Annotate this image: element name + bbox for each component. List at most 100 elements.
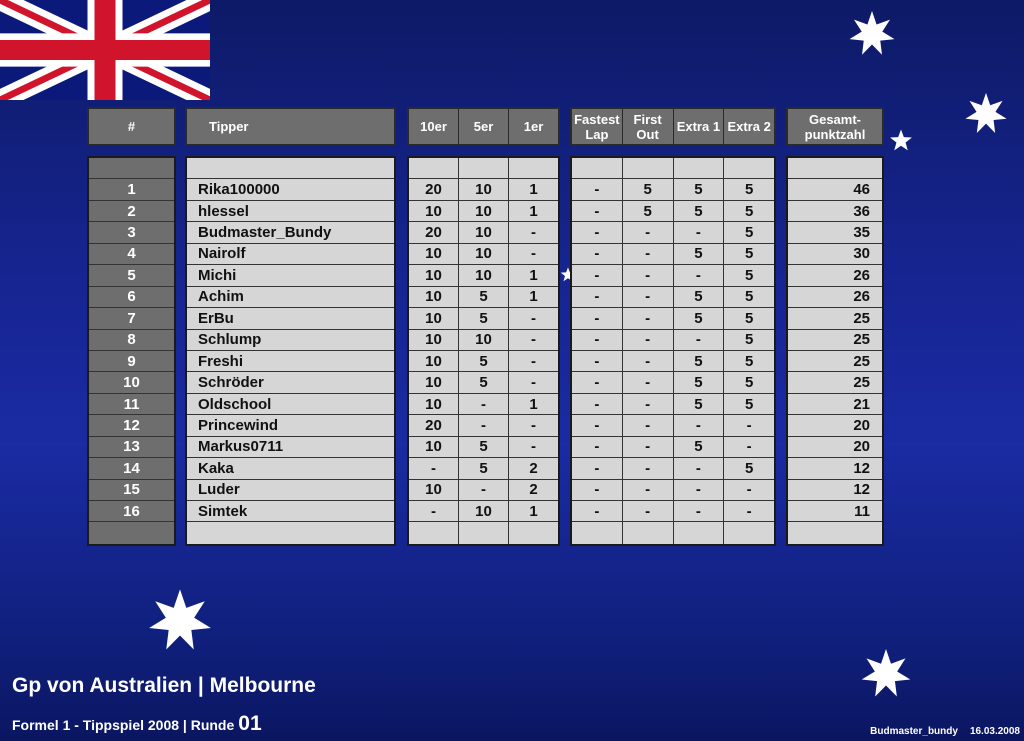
row-e2-cell: - xyxy=(724,415,774,436)
table-row: 12 xyxy=(788,458,882,480)
row-fo-cell: - xyxy=(622,436,674,458)
table-row: Schlump xyxy=(187,329,394,351)
row-e1-cell: - xyxy=(673,501,725,522)
table-row: 25 xyxy=(788,372,882,394)
table-row: 20 xyxy=(788,436,882,459)
row-fo-cell: - xyxy=(622,286,674,308)
row-five-cell: 10 xyxy=(459,265,509,286)
row-total-cell: 46 xyxy=(788,179,882,200)
table-row: -555 xyxy=(572,179,774,201)
table-row: --55 xyxy=(572,350,774,373)
row-ten-cell: 10 xyxy=(409,350,459,372)
round-number: 01 xyxy=(238,712,262,735)
row-fo-cell xyxy=(622,522,674,544)
row-ten-cell: 10 xyxy=(409,200,459,222)
table-row xyxy=(572,522,774,544)
table-row: Luder xyxy=(187,479,394,501)
row-total-cell: 30 xyxy=(788,243,882,265)
row-rank-cell: 2 xyxy=(89,200,174,222)
row-name-cell: Princewind xyxy=(187,415,394,436)
row-name-cell: hlessel xyxy=(187,200,394,222)
row-fo-cell: - xyxy=(622,458,674,479)
star-icon xyxy=(149,589,211,650)
row-rank-cell: 15 xyxy=(89,479,174,500)
row-total-cell xyxy=(788,158,882,179)
table-row xyxy=(409,522,558,544)
table-row: Rika100000 xyxy=(187,179,394,201)
row-five-cell: 10 xyxy=(459,179,509,200)
row-fl-cell: - xyxy=(572,393,623,415)
table-row xyxy=(187,158,394,180)
row-ten-cell: 10 xyxy=(409,372,459,393)
table-row xyxy=(788,158,882,180)
row-one-cell: 1 xyxy=(509,393,558,415)
credit: Budmaster_bundy 16.03.2008 xyxy=(870,726,1020,737)
row-one-cell: - xyxy=(509,350,558,372)
row-fo-cell: 5 xyxy=(622,179,674,200)
table-row xyxy=(788,522,882,544)
row-total-cell: 12 xyxy=(788,479,882,500)
row-ten-cell: - xyxy=(409,458,459,479)
row-rank-cell xyxy=(89,158,174,179)
row-total-cell: 12 xyxy=(788,458,882,479)
header-bonus: Fastest Lap First Out Extra 1 Extra 2 xyxy=(570,107,776,146)
row-five-cell: 5 xyxy=(459,286,509,308)
row-ten-cell: 20 xyxy=(409,179,459,200)
table-row: Budmaster_Bundy xyxy=(187,222,394,244)
row-five-cell: 5 xyxy=(459,436,509,458)
table-row: Freshi xyxy=(187,350,394,373)
row-e2-cell: 5 xyxy=(724,308,774,329)
union-jack-flag xyxy=(0,0,210,100)
row-rank-cell: 8 xyxy=(89,329,174,350)
row-e1-cell xyxy=(673,522,725,544)
row-fl-cell: - xyxy=(572,179,623,200)
row-fo-cell xyxy=(622,158,674,179)
row-five-cell: 10 xyxy=(459,243,509,265)
row-e2-cell: 5 xyxy=(724,286,774,308)
row-fo-cell: - xyxy=(622,308,674,329)
row-total-cell: 25 xyxy=(788,329,882,350)
row-one-cell: - xyxy=(509,372,558,393)
row-fo-cell: - xyxy=(622,415,674,436)
row-e1-cell: 5 xyxy=(673,393,725,415)
row-total-cell: 25 xyxy=(788,308,882,329)
row-fo-cell: - xyxy=(622,393,674,415)
row-e2-cell: 5 xyxy=(724,243,774,265)
table-row: Nairolf xyxy=(187,243,394,266)
table-row: 10 10 1 xyxy=(409,200,558,223)
row-five-cell xyxy=(459,522,509,544)
row-total-cell: 20 xyxy=(788,415,882,436)
table-row: Michi xyxy=(187,265,394,287)
table-row: 25 xyxy=(788,308,882,330)
header-5er: 5er xyxy=(459,109,509,144)
row-e1-cell: 5 xyxy=(673,286,725,308)
table-row: 14 xyxy=(89,458,174,480)
tipper-column: Rika100000 hlessel Budmaster_Bundy Nairolf M… xyxy=(185,156,396,546)
row-five-cell: 10 xyxy=(459,501,509,522)
table-row: Kaka xyxy=(187,458,394,480)
row-ten-cell: 10 xyxy=(409,308,459,329)
row-e1-cell: 5 xyxy=(673,436,725,458)
header-rank: # xyxy=(87,107,176,146)
table-row xyxy=(89,158,174,180)
table-row: 6 xyxy=(89,286,174,309)
row-rank-cell: 16 xyxy=(89,501,174,522)
table-row: ---- xyxy=(572,415,774,437)
row-ten-cell: 10 xyxy=(409,286,459,308)
row-fl-cell: - xyxy=(572,501,623,522)
row-fl-cell: - xyxy=(572,350,623,372)
row-one-cell: 2 xyxy=(509,458,558,479)
row-fl-cell: - xyxy=(572,479,623,500)
table-row: hlessel xyxy=(187,200,394,223)
total-column: 46 36 35 30 26 26 25 25 25 25 21 20 20 12 12 11 xyxy=(786,156,884,546)
row-rank-cell: 14 xyxy=(89,458,174,479)
table-row: ---- xyxy=(572,479,774,501)
row-fl-cell: - xyxy=(572,329,623,350)
row-one-cell: - xyxy=(509,415,558,436)
row-e1-cell: - xyxy=(673,479,725,500)
table-row: --55 xyxy=(572,393,774,416)
row-five-cell: 5 xyxy=(459,458,509,479)
table-row: ---5 xyxy=(572,329,774,351)
table-row: Achim xyxy=(187,286,394,309)
table-row: 26 xyxy=(788,265,882,287)
